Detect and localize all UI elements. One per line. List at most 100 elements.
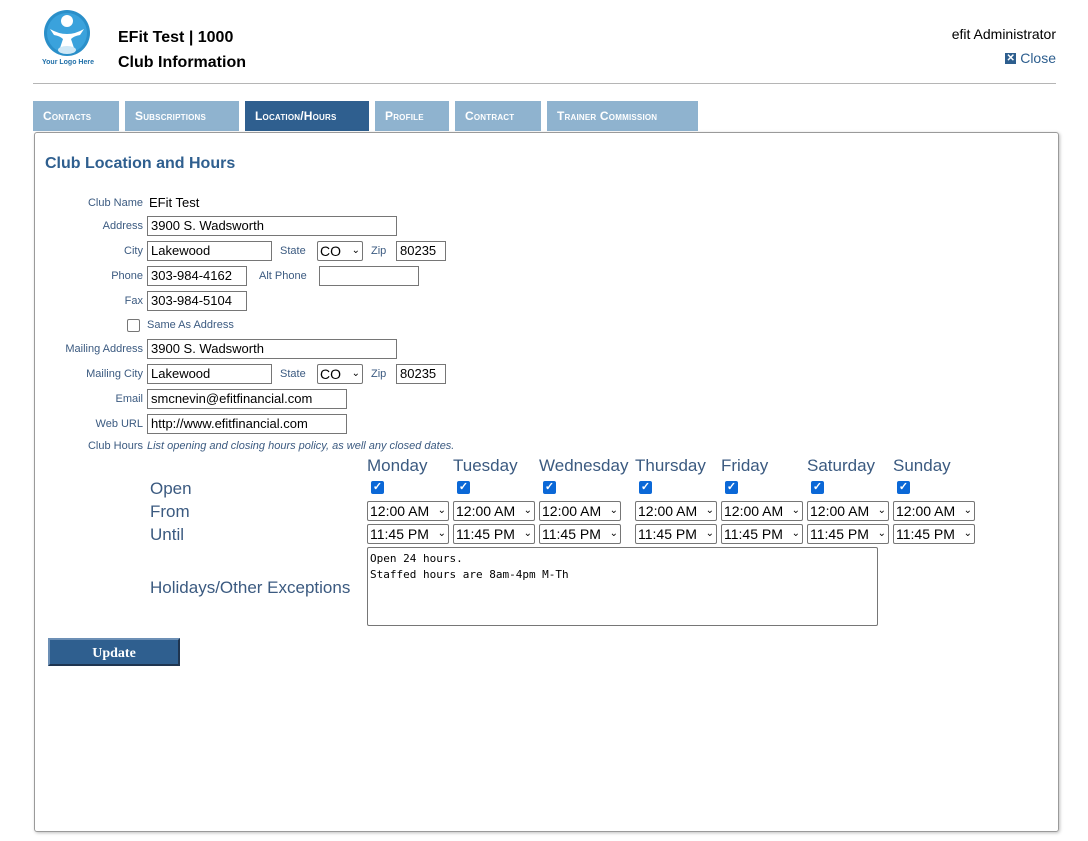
- from-time-value: 12:00 AM: [810, 503, 870, 519]
- until-time-value: 11:45 PM: [810, 526, 869, 542]
- from-time-select-saturday[interactable]: 12:00 AM ⌄: [807, 501, 889, 521]
- until-time-value: 11:45 PM: [896, 526, 955, 542]
- chevron-down-icon: ⌄: [963, 505, 972, 516]
- phone-input[interactable]: 303-984-4162: [147, 266, 247, 286]
- day-header-tuesday: Tuesday: [453, 456, 518, 475]
- open-checkbox-tuesday[interactable]: ✓: [457, 481, 470, 494]
- phone-label: Phone: [111, 270, 143, 282]
- open-checkbox-monday[interactable]: ✓: [371, 481, 384, 494]
- chevron-down-icon: ⌄: [705, 505, 714, 516]
- exceptions-textarea[interactable]: Open 24 hours. Staffed hours are 8am-4pm…: [367, 547, 878, 626]
- from-time-value: 12:00 AM: [638, 503, 698, 519]
- open-checkbox-wednesday[interactable]: ✓: [543, 481, 556, 494]
- fax-label: Fax: [124, 295, 143, 307]
- mailing-state-select[interactable]: CO ⌄: [317, 364, 363, 384]
- from-row-label: From: [150, 502, 190, 521]
- until-time-select-thursday[interactable]: 11:45 PM ⌄: [635, 524, 717, 544]
- from-time-value: 12:00 AM: [542, 503, 602, 519]
- close-icon: ✕: [1005, 52, 1017, 64]
- mailing-state-value: CO: [320, 366, 341, 382]
- fax-input[interactable]: 303-984-5104: [147, 291, 247, 311]
- day-header-monday: Monday: [367, 456, 428, 475]
- close-button[interactable]: ✕ Close: [1005, 50, 1056, 66]
- address-label: Address: [102, 220, 143, 232]
- mailing-city-input[interactable]: Lakewood: [147, 364, 272, 384]
- mailing-zip-input[interactable]: 80235: [396, 364, 446, 384]
- alt-phone-input[interactable]: [319, 266, 419, 286]
- email-label: Email: [115, 393, 143, 405]
- page-title: EFit Test | 1000: [118, 29, 234, 46]
- open-checkbox-thursday[interactable]: ✓: [639, 481, 652, 494]
- chevron-down-icon: ⌄: [877, 505, 886, 516]
- mailing-city-label: Mailing City: [86, 368, 143, 380]
- update-button[interactable]: Update: [48, 638, 180, 666]
- club-hours-hint: List opening and closing hours policy, a…: [147, 440, 455, 452]
- day-header-friday: Friday: [721, 456, 769, 475]
- until-time-select-saturday[interactable]: 11:45 PM ⌄: [807, 524, 889, 544]
- logo: Your Logo Here: [40, 9, 96, 71]
- chevron-down-icon: ⌄: [437, 528, 446, 539]
- tab-subscriptions[interactable]: Subscriptions: [125, 101, 239, 131]
- from-time-select-monday[interactable]: 12:00 AM ⌄: [367, 501, 449, 521]
- chevron-down-icon: ⌄: [963, 528, 972, 539]
- from-time-select-tuesday[interactable]: 12:00 AM ⌄: [453, 501, 535, 521]
- city-label: City: [124, 245, 143, 257]
- open-checkbox-saturday[interactable]: ✓: [811, 481, 824, 494]
- until-time-select-sunday[interactable]: 11:45 PM ⌄: [893, 524, 975, 544]
- mailing-zip-label: Zip: [371, 368, 387, 380]
- tab-contacts[interactable]: Contacts: [33, 101, 119, 131]
- chevron-down-icon: ⌄: [609, 528, 618, 539]
- club-hours-label: Club Hours: [87, 440, 143, 452]
- from-time-select-wednesday[interactable]: 12:00 AM ⌄: [539, 501, 621, 521]
- state-select[interactable]: CO ⌄: [317, 241, 363, 261]
- until-row-label: Until: [150, 525, 185, 544]
- address-input[interactable]: 3900 S. Wadsworth: [147, 216, 397, 236]
- from-time-select-sunday[interactable]: 12:00 AM ⌄: [893, 501, 975, 521]
- tab-profile[interactable]: Profile: [375, 101, 449, 131]
- page-subtitle: Club Information: [118, 54, 246, 71]
- until-time-select-friday[interactable]: 11:45 PM ⌄: [721, 524, 803, 544]
- user-name: efit Administrator: [951, 26, 1056, 42]
- exceptions-label: Holidays/Other Exceptions: [150, 578, 351, 597]
- open-checkbox-friday[interactable]: ✓: [725, 481, 738, 494]
- email-input[interactable]: smcnevin@efitfinancial.com: [147, 389, 347, 409]
- chevron-down-icon: ⌄: [791, 505, 800, 516]
- mailing-address-input[interactable]: 3900 S. Wadsworth: [147, 339, 397, 359]
- open-checkbox-sunday[interactable]: ✓: [897, 481, 910, 494]
- from-time-value: 12:00 AM: [456, 503, 516, 519]
- chevron-down-icon: ⌄: [705, 528, 714, 539]
- until-time-select-tuesday[interactable]: 11:45 PM ⌄: [453, 524, 535, 544]
- same-as-address-checkbox[interactable]: [127, 319, 140, 332]
- from-time-select-thursday[interactable]: 12:00 AM ⌄: [635, 501, 717, 521]
- close-label: Close: [1020, 50, 1056, 66]
- tab-trainer-commission[interactable]: Trainer Commission: [547, 101, 698, 131]
- tab-contract[interactable]: Contract: [455, 101, 541, 131]
- from-time-value: 12:00 AM: [724, 503, 784, 519]
- web-url-input[interactable]: http://www.efitfinancial.com: [147, 414, 347, 434]
- zip-input[interactable]: 80235: [396, 241, 446, 261]
- until-time-select-monday[interactable]: 11:45 PM ⌄: [367, 524, 449, 544]
- logo-text: Your Logo Here: [42, 59, 94, 66]
- header-divider: [33, 83, 1056, 84]
- until-time-value: 11:45 PM: [724, 526, 783, 542]
- until-time-value: 11:45 PM: [370, 526, 429, 542]
- club-name-label: Club Name: [87, 197, 143, 209]
- same-as-address-label: Same As Address: [147, 319, 234, 331]
- state-value: CO: [320, 243, 341, 259]
- from-time-value: 12:00 AM: [370, 503, 430, 519]
- city-input[interactable]: Lakewood: [147, 241, 272, 261]
- day-header-sunday: Sunday: [893, 456, 951, 475]
- until-time-value: 11:45 PM: [456, 526, 515, 542]
- mailing-address-label: Mailing Address: [65, 343, 143, 355]
- chevron-down-icon: ⌄: [351, 368, 360, 379]
- zip-label: Zip: [371, 245, 387, 257]
- tab-location-hours[interactable]: Location/Hours: [245, 101, 369, 131]
- day-header-wednesday: Wednesday: [539, 456, 629, 475]
- until-time-value: 11:45 PM: [638, 526, 697, 542]
- state-label: State: [280, 245, 306, 257]
- from-time-select-friday[interactable]: 12:00 AM ⌄: [721, 501, 803, 521]
- section-title: Club Location and Hours: [45, 155, 236, 172]
- alt-phone-label: Alt Phone: [259, 270, 307, 282]
- chevron-down-icon: ⌄: [437, 505, 446, 516]
- until-time-select-wednesday[interactable]: 11:45 PM ⌄: [539, 524, 621, 544]
